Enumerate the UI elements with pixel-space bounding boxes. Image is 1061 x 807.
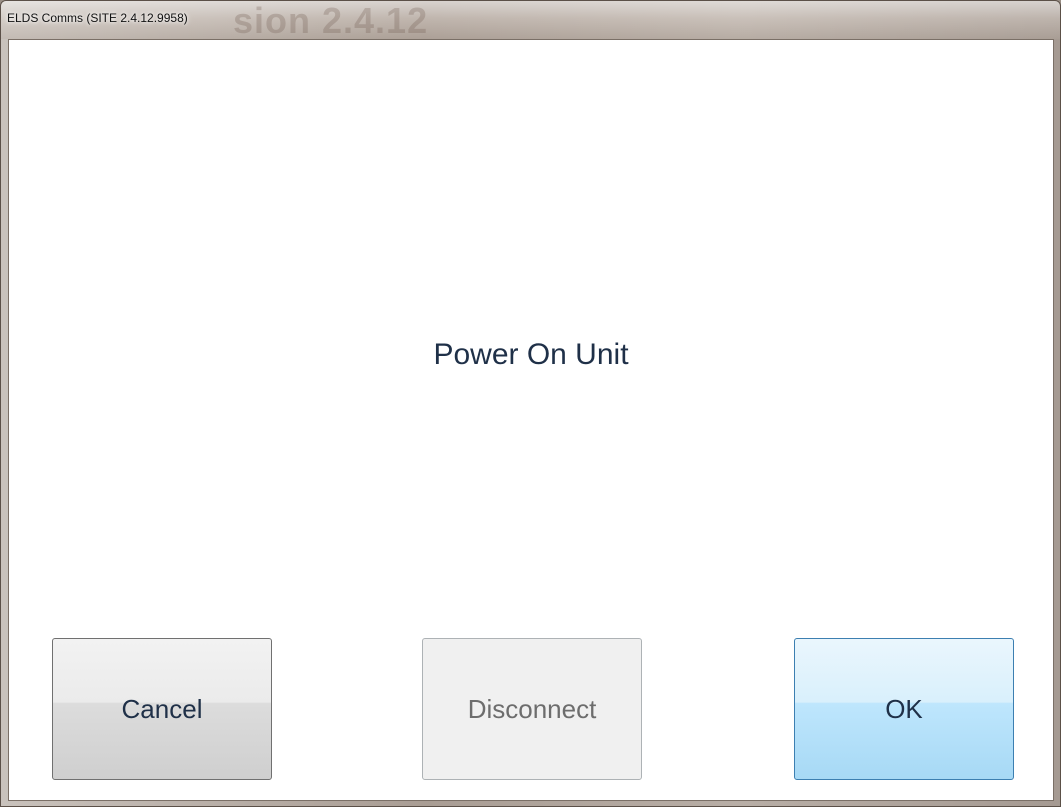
cancel-button[interactable]: Cancel xyxy=(52,638,272,780)
disconnect-button[interactable]: Disconnect xyxy=(422,638,642,780)
app-window: sion 2.4.12 ELDS Comms (SITE 2.4.12.9958… xyxy=(0,0,1061,807)
ok-button-label: OK xyxy=(885,693,923,724)
disconnect-button-label: Disconnect xyxy=(467,693,597,724)
ok-button[interactable]: OK xyxy=(794,638,1014,780)
dialog-message: Power On Unit xyxy=(433,338,629,371)
dialog-body: Power On Unit Cancel Disconnect OK xyxy=(8,39,1054,801)
background-window-title: sion 2.4.12 xyxy=(233,0,429,41)
cancel-button-label: Cancel xyxy=(121,693,203,724)
window-title: ELDS Comms (SITE 2.4.12.9958) xyxy=(7,11,188,25)
title-bar[interactable]: sion 2.4.12 ELDS Comms (SITE 2.4.12.9958… xyxy=(1,0,1060,41)
